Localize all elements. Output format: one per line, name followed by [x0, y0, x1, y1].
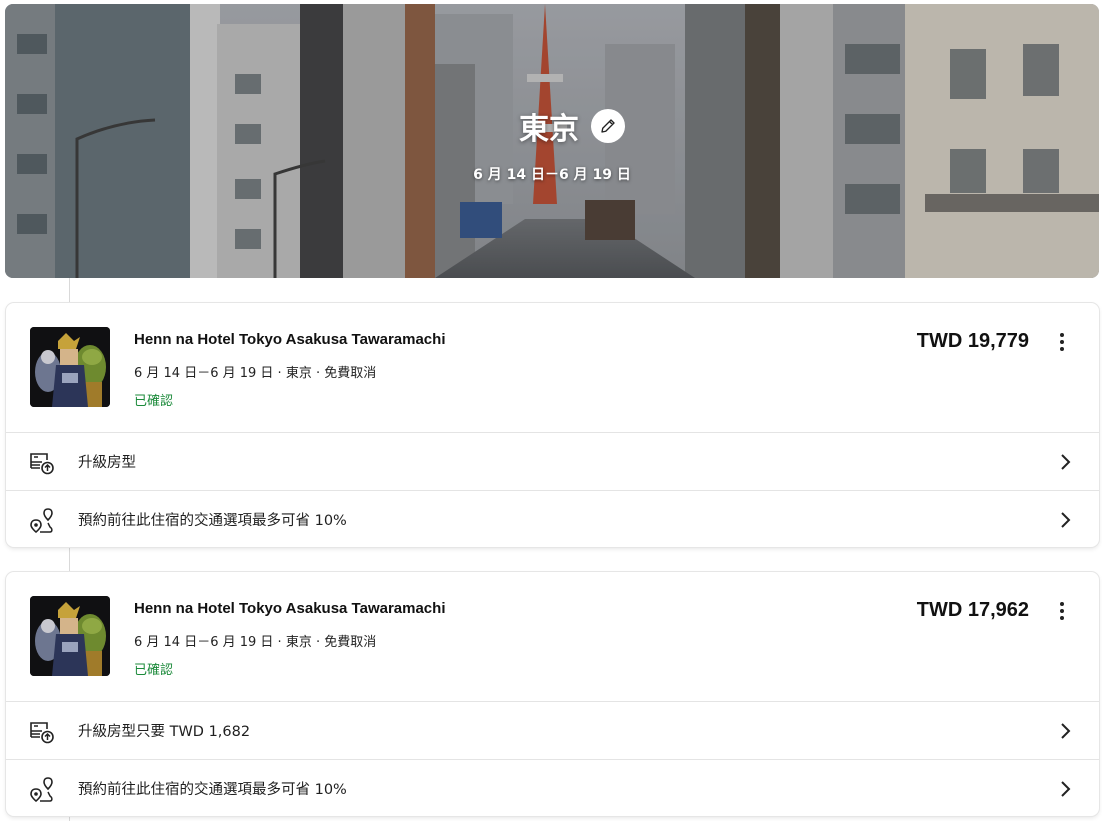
chevron-right-icon	[1061, 781, 1071, 797]
chevron-right-icon	[1061, 723, 1071, 739]
trip-page: 東京 6 月 14 日－6 月 19 日 Henn na Hotel Tokyo…	[0, 0, 1102, 821]
hotel-name[interactable]: Henn na Hotel Tokyo Asakusa Tawaramachi	[134, 600, 445, 617]
booking-meta: 6 月 14 日－6 月 19 日 · 東京 · 免費取消	[134, 366, 377, 381]
route-pin-icon	[30, 777, 53, 803]
upgrade-room-row[interactable]: 升級房型	[6, 433, 1099, 490]
upgrade-room-label: 升級房型只要 TWD 1,682	[78, 724, 251, 740]
hotel-name[interactable]: Henn na Hotel Tokyo Asakusa Tawaramachi	[134, 331, 445, 348]
pencil-icon	[601, 119, 615, 133]
chevron-right-icon	[1061, 512, 1071, 528]
edit-trip-button[interactable]	[591, 109, 625, 143]
transport-offer-label: 預約前往此住宿的交通選項最多可省 10%	[78, 512, 347, 529]
booking-price: TWD 19,779	[916, 330, 1029, 352]
trip-title: 東京	[519, 112, 579, 147]
transport-offer-row[interactable]: 預約前往此住宿的交通選項最多可省 10%	[6, 759, 1099, 816]
more-vertical-icon	[1060, 333, 1064, 351]
hotel-photo-image	[30, 596, 110, 676]
bed-upgrade-icon	[30, 722, 54, 744]
transport-offer-label: 預約前往此住宿的交通選項最多可省 10%	[78, 781, 347, 798]
booking-card[interactable]: Henn na Hotel Tokyo Asakusa Tawaramachi …	[6, 303, 1099, 547]
hotel-thumbnail	[30, 596, 110, 676]
trip-hero-banner: 東京 6 月 14 日－6 月 19 日	[5, 4, 1099, 278]
booking-price: TWD 17,962	[916, 599, 1029, 621]
booking-summary[interactable]: Henn na Hotel Tokyo Asakusa Tawaramachi …	[6, 572, 1099, 702]
timeline-connector	[69, 547, 70, 572]
more-vertical-icon	[1060, 602, 1064, 620]
hotel-photo-image	[30, 327, 110, 407]
upgrade-room-row[interactable]: 升級房型只要 TWD 1,682	[6, 702, 1099, 759]
booking-summary[interactable]: Henn na Hotel Tokyo Asakusa Tawaramachi …	[6, 303, 1099, 433]
timeline-connector	[69, 278, 70, 303]
upgrade-room-label: 升級房型	[78, 455, 136, 471]
more-options-button[interactable]	[1047, 327, 1077, 357]
booking-card[interactable]: Henn na Hotel Tokyo Asakusa Tawaramachi …	[6, 572, 1099, 816]
bed-upgrade-icon	[30, 453, 54, 475]
booking-meta: 6 月 14 日－6 月 19 日 · 東京 · 免費取消	[134, 635, 377, 650]
timeline-connector	[69, 816, 70, 821]
more-options-button[interactable]	[1047, 596, 1077, 626]
booking-status: 已確認	[134, 394, 174, 409]
chevron-right-icon	[1061, 454, 1071, 470]
hotel-thumbnail	[30, 327, 110, 407]
trip-dates: 6 月 14 日－6 月 19 日	[473, 167, 631, 183]
booking-status: 已確認	[134, 663, 174, 678]
transport-offer-row[interactable]: 預約前往此住宿的交通選項最多可省 10%	[6, 490, 1099, 547]
hero-title-row: 東京	[5, 104, 1099, 148]
route-pin-icon	[30, 508, 53, 534]
